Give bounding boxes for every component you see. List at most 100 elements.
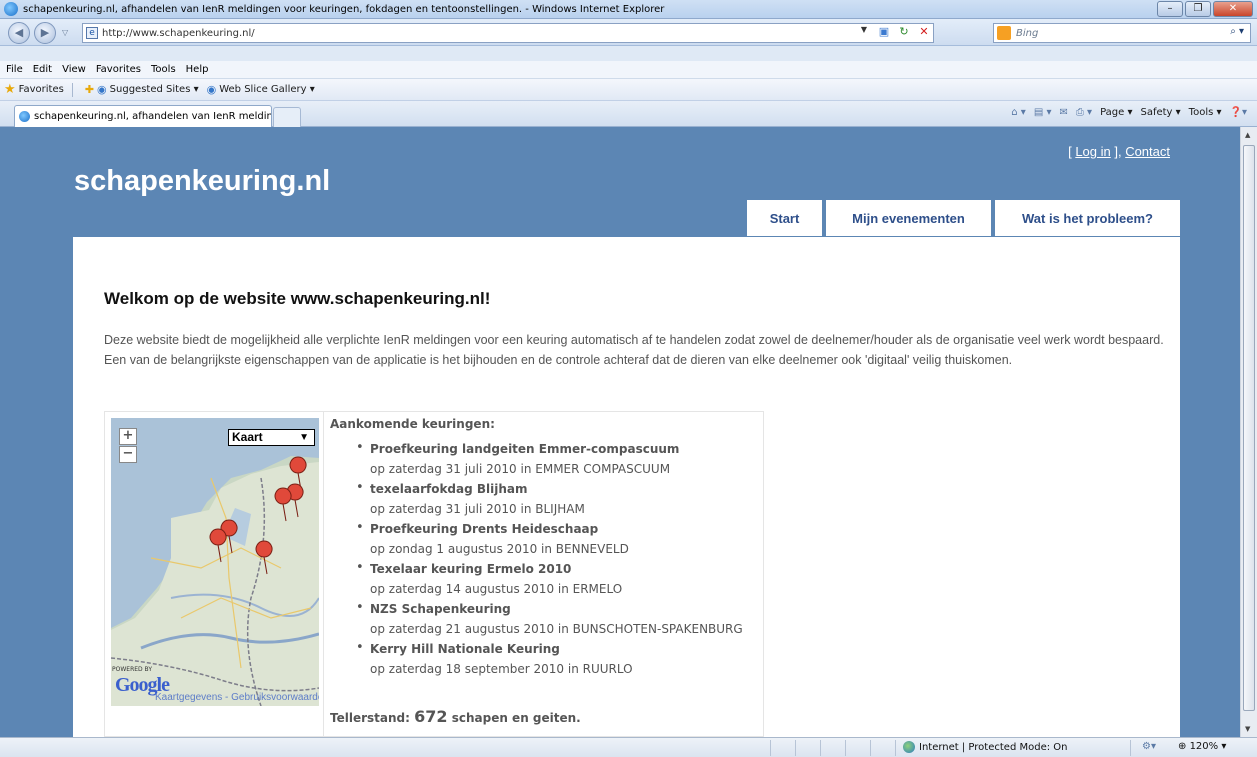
event-date: op zaterdag 31 juli 2010 in EMMER COMPAS… — [370, 462, 671, 476]
help-icon[interactable]: ❓▾ — [1230, 107, 1247, 118]
address-url: http://www.schapenkeuring.nl/ — [102, 27, 255, 39]
search-field[interactable]: Bing ⌕ ▾ — [993, 23, 1251, 43]
scroll-up-icon[interactable]: ▲ — [1245, 131, 1250, 139]
suggested-sites-link[interactable]: Suggested Sites ▾ — [110, 84, 199, 95]
map-zoom-out-button[interactable]: − — [119, 446, 137, 463]
counter-label: Tellerstand: — [330, 711, 410, 725]
favorites-bar: ★ Favorites ✚ ◉ Suggested Sites ▾ ◉ Web … — [0, 79, 1257, 101]
security-zone-label: Internet | Protected Mode: On — [919, 741, 1068, 753]
new-tab-button[interactable] — [273, 107, 301, 127]
active-tab[interactable]: schapenkeuring.nl, afhandelen van IenR m… — [14, 105, 272, 127]
map-marker-icon[interactable] — [274, 487, 292, 522]
home-icon[interactable]: ⌂ ▾ — [1011, 107, 1026, 118]
events-column: Aankomende keuringen: Proefkeuring landg… — [323, 412, 764, 737]
close-button[interactable]: ✕ — [1213, 1, 1253, 17]
page-menu[interactable]: Page ▾ — [1100, 107, 1132, 118]
menu-view[interactable]: View — [62, 64, 86, 75]
upcoming-heading: Aankomende keuringen: — [330, 417, 495, 431]
refresh-icon[interactable]: ↻ — [897, 25, 911, 38]
tab-ie-icon — [19, 111, 30, 122]
events-box: + − Kaart ▼ POWERED BY Google Kaartgegev… — [104, 411, 764, 737]
page-heading: Welkom op de website www.schapenkeuring.… — [104, 289, 491, 308]
login-link[interactable]: Log in — [1075, 144, 1110, 159]
page-viewport: [ Log in ], Contact schapenkeuring.nl St… — [0, 127, 1240, 737]
powered-by-label: POWERED BY — [112, 666, 153, 673]
mail-icon[interactable]: ✉ — [1059, 107, 1067, 118]
bracket-close: ], — [1110, 144, 1126, 159]
list-item: Texelaar keuring Ermelo 2010 op zaterdag… — [330, 560, 743, 600]
event-date: op zondag 1 augustus 2010 in BENNEVELD — [370, 542, 629, 556]
tools-menu[interactable]: Tools ▾ — [1189, 107, 1222, 118]
nav-wat-is-het-probleem[interactable]: Wat is het probleem? — [995, 200, 1180, 236]
event-name[interactable]: NZS Schapenkeuring — [370, 600, 743, 619]
globe-icon — [903, 741, 915, 753]
event-name[interactable]: Proefkeuring landgeiten Emmer-compascuum — [370, 440, 743, 459]
nav-mijn-evenementen[interactable]: Mijn evenementen — [826, 200, 991, 236]
list-item: texelaarfokdag Blijham op zaterdag 31 ju… — [330, 480, 743, 520]
map-terms-link[interactable]: Kaartgegevens - Gebruiksvoorwaarden — [155, 692, 319, 703]
event-date: op zaterdag 21 augustus 2010 in BUNSCHOT… — [370, 622, 743, 636]
stop-icon[interactable]: ✕ — [917, 25, 931, 38]
safety-menu[interactable]: Safety ▾ — [1140, 107, 1180, 118]
back-button[interactable]: ◀ — [8, 22, 30, 44]
search-icon[interactable]: ⌕ ▾ — [1230, 26, 1244, 37]
counter-value: 672 — [414, 707, 448, 726]
main-content: Welkom op de website www.schapenkeuring.… — [73, 237, 1180, 737]
scroll-down-icon[interactable]: ▼ — [1245, 725, 1250, 733]
google-map[interactable]: + − Kaart ▼ POWERED BY Google Kaartgegev… — [111, 418, 319, 706]
compatibility-icon[interactable]: ▣ — [877, 25, 891, 38]
map-marker-icon[interactable] — [255, 540, 273, 575]
command-bar: ⌂ ▾ ▤ ▾ ✉ ⎙ ▾ Page ▾ Safety ▾ Tools ▾ ❓▾ — [1011, 107, 1247, 118]
web-slice-icon: ◉ — [206, 83, 217, 96]
minimize-button[interactable]: – — [1157, 1, 1183, 17]
zoom-level[interactable]: ⊕ 120% ▾ — [1178, 741, 1226, 752]
map-marker-icon[interactable] — [209, 528, 227, 563]
maximize-button[interactable]: ❐ — [1185, 1, 1211, 17]
history-dropdown-icon[interactable]: ▽ — [62, 28, 68, 37]
forward-button[interactable]: ▶ — [34, 22, 56, 44]
feeds-icon[interactable]: ▤ ▾ — [1034, 107, 1052, 118]
menu-bar: File Edit View Favorites Tools Help — [0, 61, 1257, 79]
window-titlebar: schapenkeuring.nl, afhandelen van IenR m… — [0, 0, 1257, 19]
address-field[interactable]: e http://www.schapenkeuring.nl/ ▼ ▣ ↻ ✕ — [82, 23, 934, 43]
intro-paragraph-2: Een van de belangrijkste eigenschappen v… — [104, 352, 1013, 367]
list-item: Proefkeuring Drents Heideschaap op zonda… — [330, 520, 743, 560]
counter-text: Tellerstand: 672 schapen en geiten. — [330, 707, 581, 726]
scroll-thumb[interactable] — [1243, 145, 1255, 711]
map-type-select[interactable]: Kaart ▼ — [228, 429, 315, 446]
nav-start[interactable]: Start — [747, 200, 822, 236]
address-dropdown-icon[interactable]: ▼ — [857, 25, 871, 38]
menu-favorites[interactable]: Favorites — [96, 64, 141, 75]
favorites-star-icon[interactable]: ★ — [4, 82, 16, 97]
print-icon[interactable]: ⎙ ▾ — [1076, 107, 1092, 118]
map-markers — [209, 456, 307, 575]
tab-bar: schapenkeuring.nl, afhandelen van IenR m… — [0, 101, 1257, 127]
list-item: Kerry Hill Nationale Keuring op zaterdag… — [330, 640, 743, 680]
security-zone[interactable]: Internet | Protected Mode: On — [903, 741, 1067, 753]
menu-edit[interactable]: Edit — [33, 64, 52, 75]
window-title: schapenkeuring.nl, afhandelen van IenR m… — [23, 3, 665, 15]
web-slice-gallery-link[interactable]: Web Slice Gallery ▾ — [219, 84, 315, 95]
site-logo[interactable]: schapenkeuring.nl — [74, 165, 330, 198]
event-name[interactable]: Texelaar keuring Ermelo 2010 — [370, 560, 743, 579]
suggested-sites-icon: ◉ — [97, 83, 107, 96]
list-item: NZS Schapenkeuring op zaterdag 21 august… — [330, 600, 743, 640]
add-favorite-icon[interactable]: ✚ — [85, 83, 94, 96]
top-links: [ Log in ], Contact — [1068, 144, 1170, 159]
menu-file[interactable]: File — [6, 64, 23, 75]
status-bar: Internet | Protected Mode: On ⚙▾ ⊕ 120% … — [0, 737, 1257, 757]
event-name[interactable]: Proefkeuring Drents Heideschaap — [370, 520, 743, 539]
list-item: Proefkeuring landgeiten Emmer-compascuum… — [330, 440, 743, 480]
event-name[interactable]: Kerry Hill Nationale Keuring — [370, 640, 743, 659]
vertical-scrollbar[interactable]: ▲ ▼ — [1240, 127, 1257, 737]
protected-mode-icon[interactable]: ⚙▾ — [1142, 741, 1156, 752]
favorites-button[interactable]: Favorites — [19, 84, 64, 95]
menu-help[interactable]: Help — [186, 64, 209, 75]
event-name[interactable]: texelaarfokdag Blijham — [370, 480, 743, 499]
map-zoom-in-button[interactable]: + — [119, 428, 137, 445]
menu-tools[interactable]: Tools — [151, 64, 176, 75]
intro-text: Deze website biedt de mogelijkheid alle … — [104, 331, 1164, 370]
contact-link[interactable]: Contact — [1125, 144, 1170, 159]
map-type-value: Kaart — [232, 430, 263, 444]
intro-paragraph-1: Deze website biedt de mogelijkheid alle … — [104, 333, 1164, 347]
